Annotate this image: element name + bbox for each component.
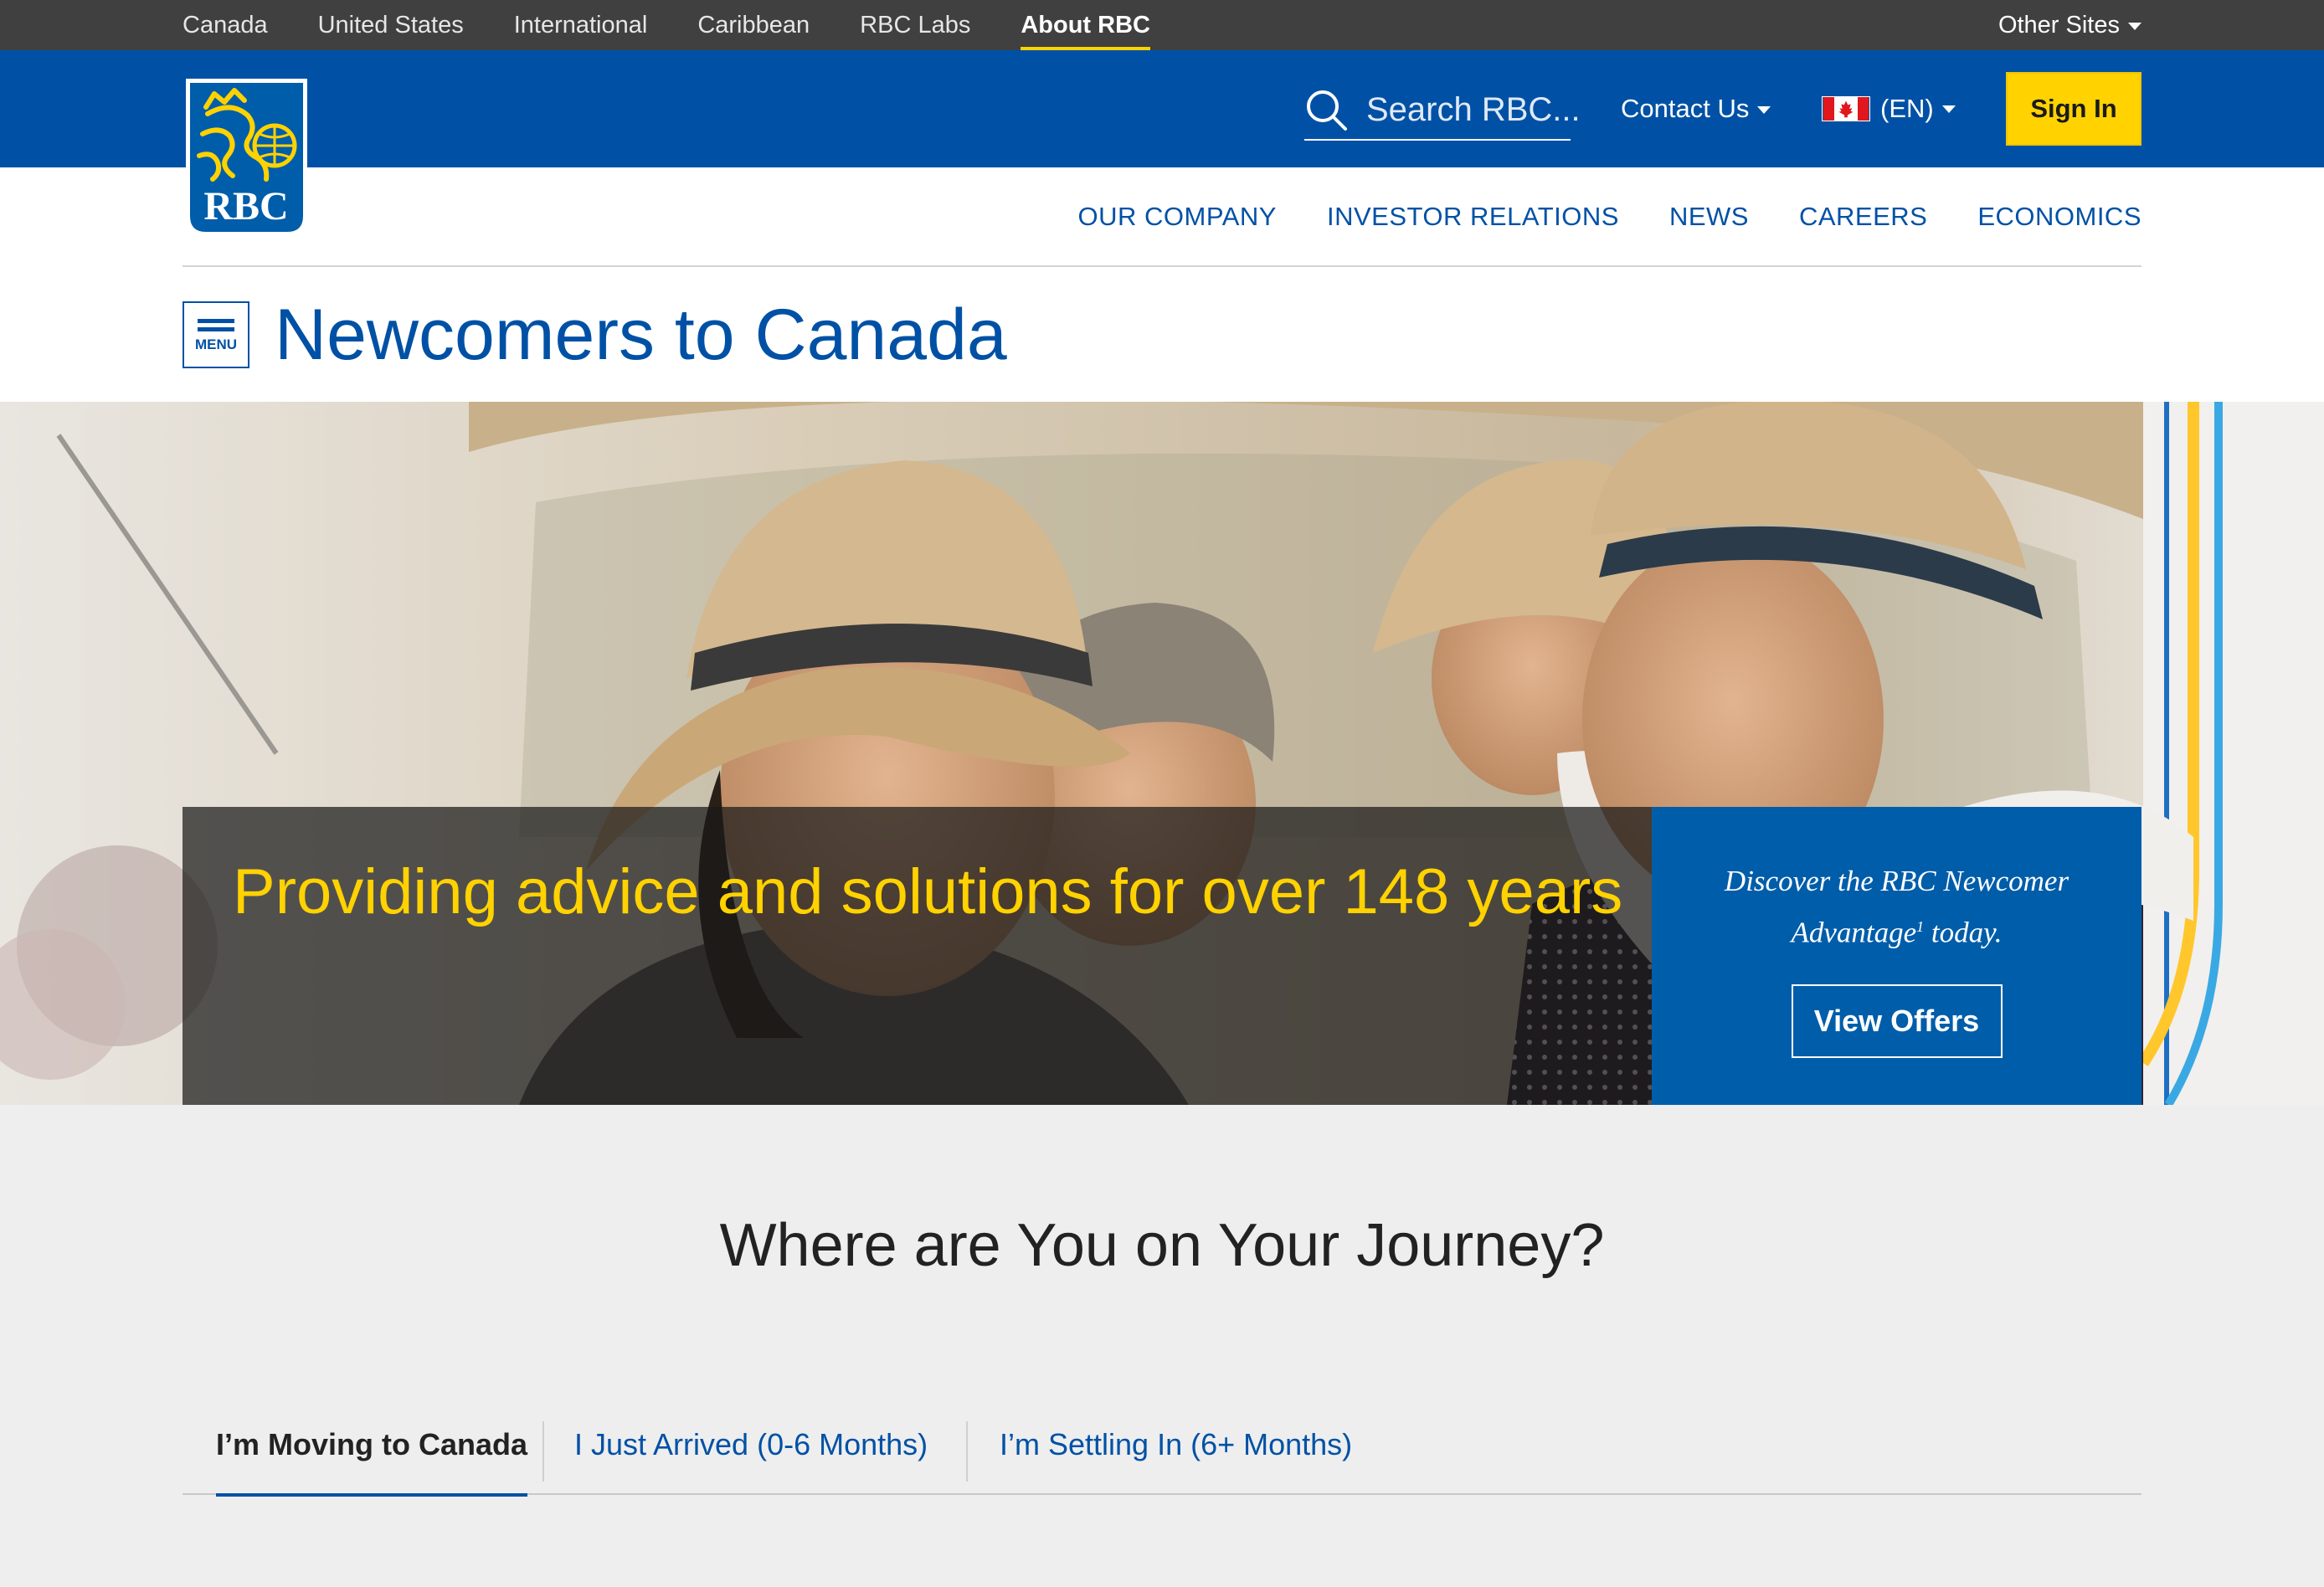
tab-separator	[542, 1421, 544, 1482]
view-offers-button[interactable]: View Offers	[1791, 984, 2003, 1058]
rbc-logo[interactable]: RBC	[183, 75, 311, 239]
tab-settling-in[interactable]: I’m Settling In (6+ Months)	[1000, 1394, 1352, 1495]
search-input[interactable]: Search RBC...	[1304, 80, 1581, 141]
header-bar	[0, 50, 2324, 167]
contact-us-label: Contact Us	[1621, 94, 1750, 123]
region-link-caribbean[interactable]: Caribbean	[697, 0, 810, 50]
journey-tabs: I’m Moving to Canada I Just Arrived (0-6…	[183, 1394, 2141, 1497]
language-label: (EN)	[1880, 94, 1934, 123]
chevron-down-icon	[2128, 22, 2141, 30]
menu-button[interactable]: MENU	[183, 301, 249, 368]
nav-careers[interactable]: CAREERS	[1799, 202, 1927, 232]
offer-line-2: Advantage	[1791, 916, 1917, 949]
region-link-international[interactable]: International	[514, 0, 648, 50]
region-links: Canada United States International Carib…	[183, 0, 1201, 50]
canada-flag-icon	[1822, 96, 1870, 121]
journey-section: Where are You on Your Journey? I’m Movin…	[0, 1105, 2324, 1587]
sign-in-button[interactable]: Sign In	[2006, 72, 2141, 146]
offer-line-1: Discover the RBC Newcomer	[1724, 865, 2069, 897]
nav-our-company[interactable]: OUR COMPANY	[1078, 202, 1277, 232]
offer-panel: Discover the RBC Newcomer Advantage1 tod…	[1652, 807, 2141, 1105]
nav-divider	[183, 265, 2141, 267]
tab-moving-to-canada[interactable]: I’m Moving to Canada	[216, 1394, 528, 1497]
hero-banner: Providing advice and solutions for over …	[0, 402, 2324, 1105]
nav-investor-relations[interactable]: INVESTOR RELATIONS	[1327, 202, 1619, 232]
top-utility-bar: Canada United States International Carib…	[0, 0, 2324, 50]
main-navigation: OUR COMPANY INVESTOR RELATIONS NEWS CARE…	[1028, 167, 2141, 266]
nav-news[interactable]: NEWS	[1669, 202, 1749, 232]
region-link-united-states[interactable]: United States	[318, 0, 464, 50]
region-link-rbc-labs[interactable]: RBC Labs	[860, 0, 970, 50]
chevron-down-icon	[1757, 106, 1771, 115]
hamburger-icon	[198, 318, 234, 323]
tab-separator	[966, 1421, 968, 1482]
offer-line-2-end: today.	[1924, 916, 2003, 949]
hero-headline: Providing advice and solutions for over …	[233, 856, 1623, 927]
menu-label: MENU	[194, 336, 238, 352]
search-icon	[1307, 90, 1347, 131]
offer-text: Discover the RBC Newcomer Advantage1 tod…	[1696, 859, 2098, 956]
hamburger-icon	[198, 326, 234, 331]
region-link-about-rbc[interactable]: About RBC	[1021, 0, 1150, 50]
region-link-canada[interactable]: Canada	[183, 0, 268, 50]
journey-heading: Where are You on Your Journey?	[719, 1212, 1605, 1279]
other-sites-dropdown[interactable]: Other Sites	[1998, 0, 2141, 50]
logo-wordmark: RBC	[203, 184, 288, 229]
tab-just-arrived[interactable]: I Just Arrived (0-6 Months)	[574, 1394, 928, 1495]
nav-economics[interactable]: ECONOMICS	[1977, 202, 2141, 232]
language-selector[interactable]: (EN)	[1822, 50, 1956, 167]
chevron-down-icon	[1941, 105, 1956, 113]
search-placeholder: Search RBC...	[1366, 90, 1581, 128]
footnote-marker[interactable]: 1	[1916, 918, 1924, 935]
other-sites-label: Other Sites	[1998, 12, 2120, 39]
page-title: Newcomers to Canada	[275, 295, 1007, 375]
contact-us-dropdown[interactable]: Contact Us	[1621, 50, 1771, 167]
